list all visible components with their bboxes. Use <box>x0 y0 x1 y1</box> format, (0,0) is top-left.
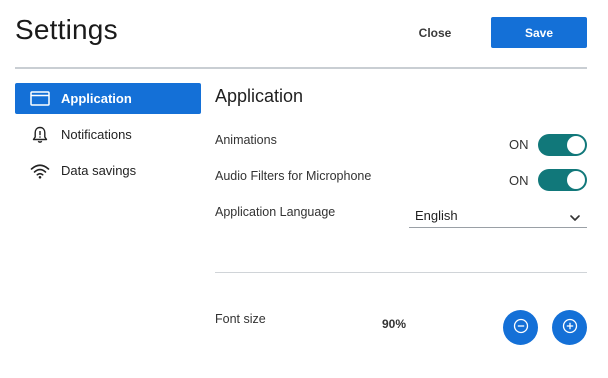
language-label: Application Language <box>215 205 336 219</box>
plus-circle-icon <box>562 318 578 337</box>
toggle-knob <box>567 171 585 189</box>
audio-filters-toggle[interactable] <box>538 169 587 191</box>
sidebar-item-application[interactable]: Application <box>15 83 201 114</box>
minus-circle-icon <box>513 318 529 337</box>
font-size-value: 90% <box>382 317 407 331</box>
audio-filters-label: Audio Filters for Microphone <box>215 169 372 183</box>
header-divider <box>15 67 587 69</box>
toggle-knob <box>567 136 585 154</box>
save-button[interactable]: Save <box>491 17 587 48</box>
chevron-down-icon <box>569 210 581 228</box>
animations-label: Animations <box>215 133 277 147</box>
page-title: Settings <box>15 14 118 45</box>
language-select[interactable]: English <box>409 204 587 228</box>
increase-font-button[interactable] <box>552 310 587 345</box>
wifi-icon <box>29 162 51 180</box>
bell-icon <box>29 126 51 144</box>
sidebar: Application Notifications Data savings <box>15 83 201 191</box>
animations-toggle[interactable] <box>538 134 587 156</box>
window-icon <box>29 90 51 108</box>
animations-state: ON <box>509 137 529 152</box>
sidebar-item-notifications[interactable]: Notifications <box>15 119 201 150</box>
close-button[interactable]: Close <box>412 20 458 46</box>
font-size-label: Font size <box>215 312 266 326</box>
decrease-font-button[interactable] <box>503 310 538 345</box>
sidebar-item-label: Notifications <box>61 127 132 142</box>
audio-filters-state: ON <box>509 173 529 188</box>
section-title: Application <box>215 86 304 106</box>
content-divider <box>215 272 587 273</box>
language-value: English <box>415 208 458 223</box>
sidebar-item-label: Application <box>61 91 132 106</box>
sidebar-item-label: Data savings <box>61 163 137 178</box>
sidebar-item-data-savings[interactable]: Data savings <box>15 155 201 186</box>
